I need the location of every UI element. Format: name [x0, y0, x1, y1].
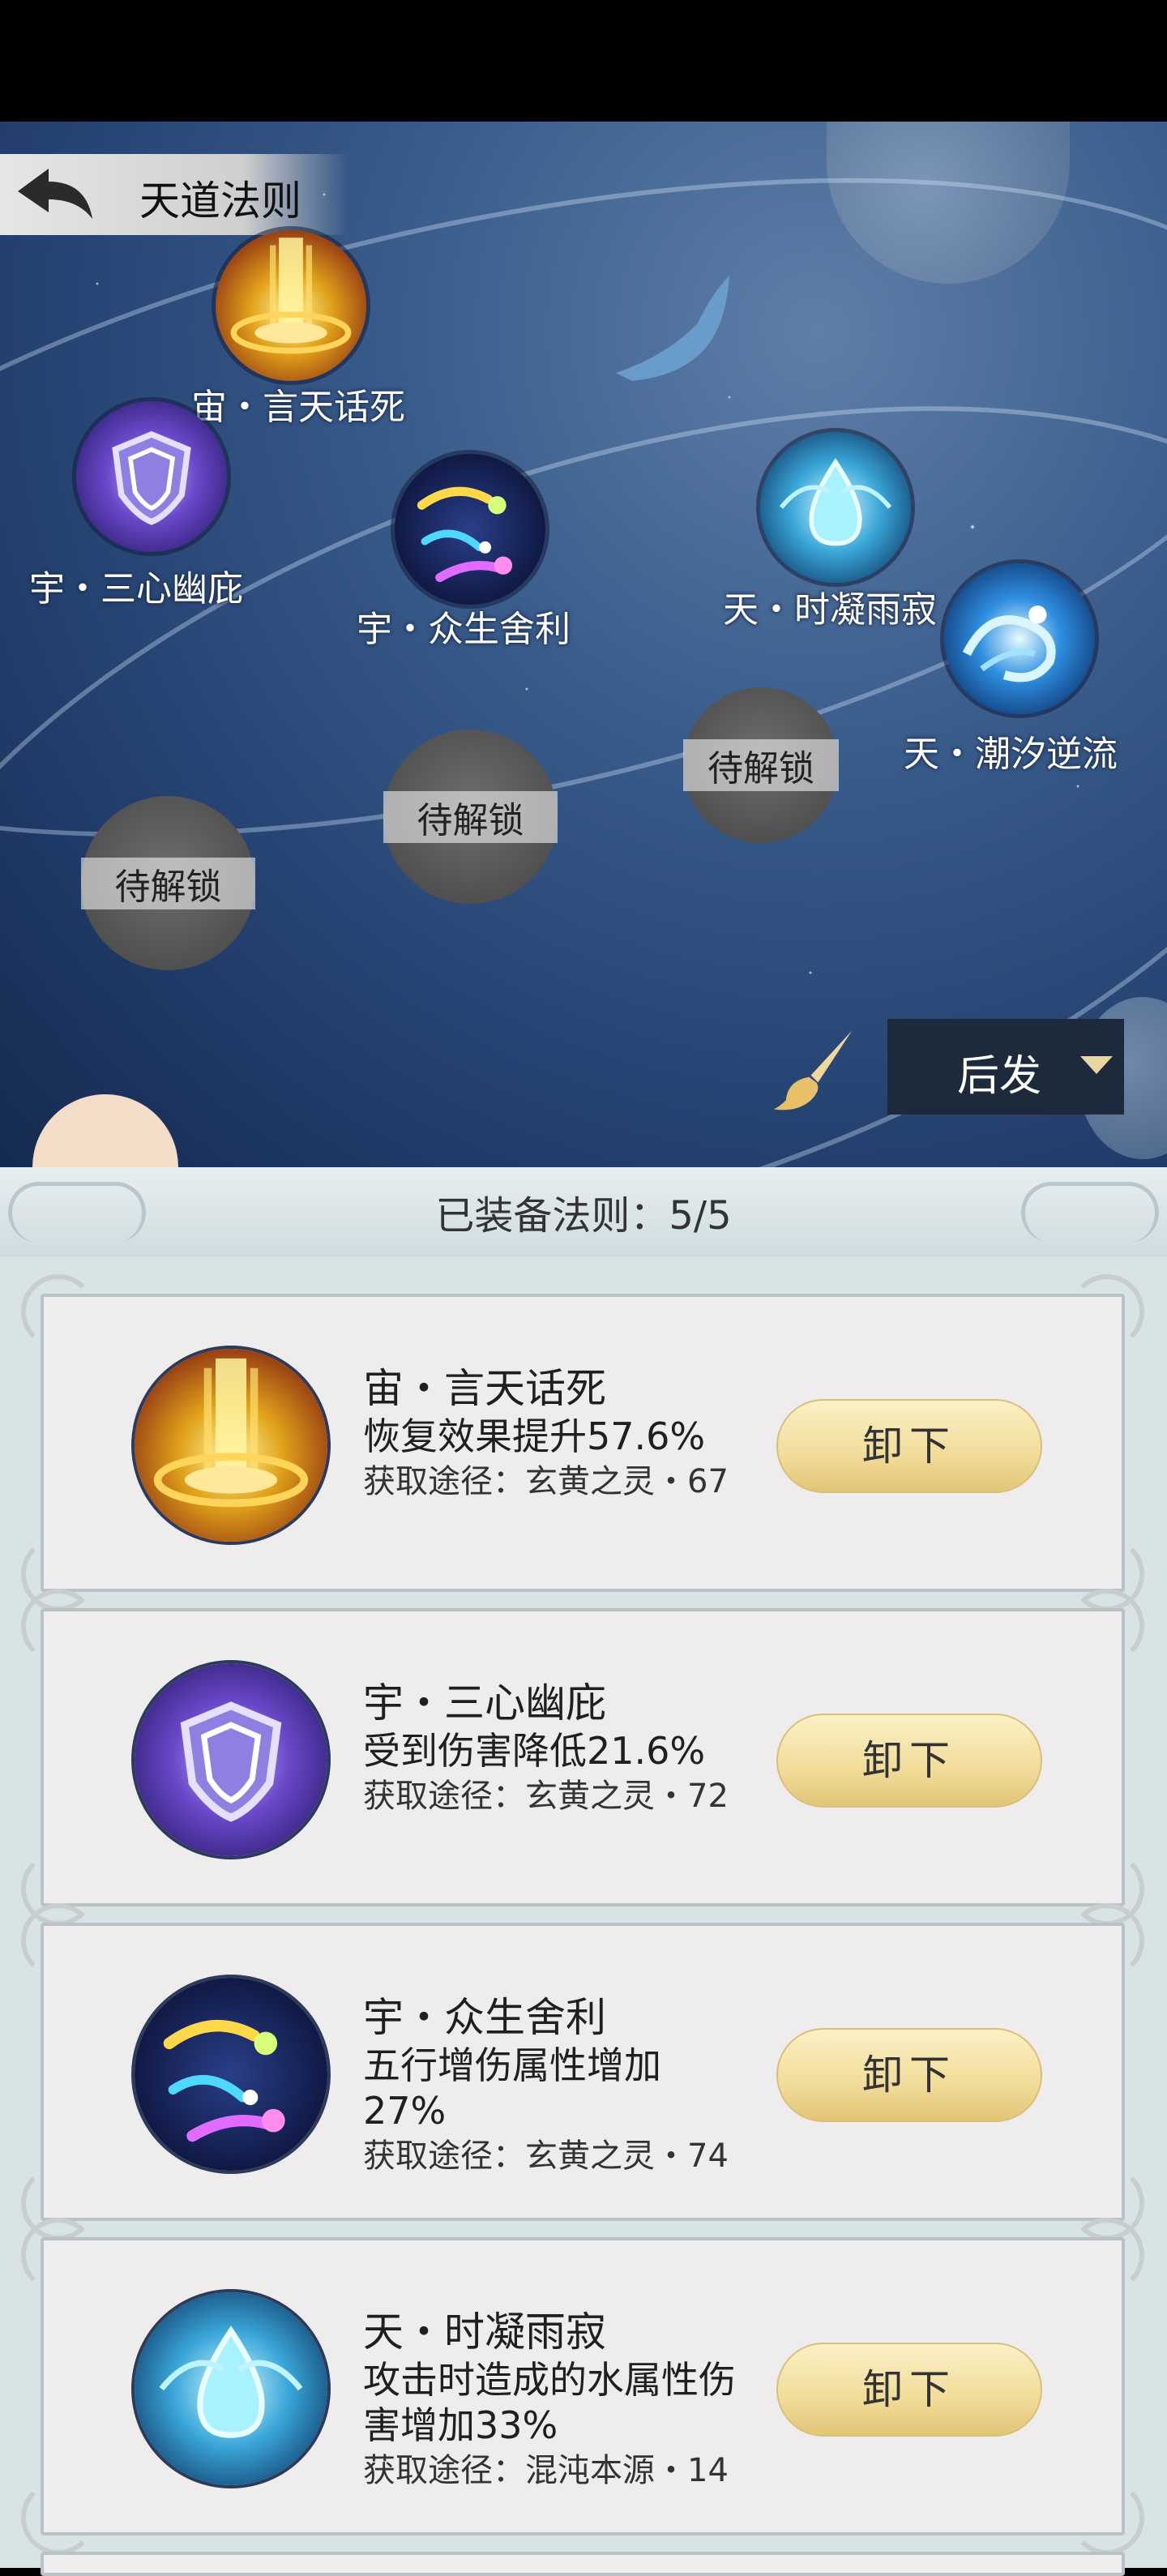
locked-label: 待解锁 — [81, 857, 255, 909]
law-info: 宇・众生舍利 五行增伤属性增加27% 获取途径：玄黄之灵・74 — [363, 1992, 744, 2179]
law-node-yu-zhongshengsheli[interactable] — [395, 454, 545, 605]
corner-ornament — [1070, 1274, 1144, 1349]
law-node-label: 天・时凝雨寂 — [723, 589, 937, 631]
law-effect: 攻击时造成的水属性伤害增加33% — [363, 2358, 736, 2447]
law-node-tian-shiningyuji[interactable] — [760, 432, 911, 583]
dropdown-value: 后发 — [957, 1052, 1042, 1101]
corner-ornament — [21, 1589, 96, 1663]
law-source: 获取途径：玄黄之灵・67 — [363, 1463, 729, 1500]
golden-light-pillar-icon — [135, 1349, 327, 1542]
law-card: 宙・言天话死 恢复效果提升57.6% 获取途径：玄黄之灵・67 卸下 — [21, 1274, 1144, 1611]
locked-slot[interactable]: 待解锁 — [383, 730, 558, 904]
law-card: 宇・众生舍利 五行增伤属性增加27% 获取途径：玄黄之灵・74 卸下 — [21, 1903, 1144, 2240]
law-effect: 五行增伤属性增加27% — [363, 2043, 661, 2133]
law-card: 宇・三心幽庇 受到伤害降低21.6% 获取途径：玄黄之灵・72 卸下 — [21, 1589, 1144, 1926]
strategy-dropdown[interactable]: 后发 — [887, 1019, 1124, 1115]
page-title: 天道法则 — [139, 178, 301, 225]
law-effect: 受到伤害降低21.6% — [363, 1729, 706, 1773]
law-node-yu-sanxinyoubi[interactable] — [76, 401, 227, 552]
locked-slot[interactable]: 待解锁 — [81, 796, 255, 970]
brush-icon[interactable] — [770, 1025, 859, 1115]
law-name: 宙・言天话死 — [363, 1365, 606, 1412]
tidal-wave-icon — [944, 563, 1095, 714]
corner-ornament — [1070, 2480, 1144, 2555]
law-effect: 恢复效果提升57.6% — [363, 1414, 706, 1458]
unequip-button[interactable]: 卸下 — [776, 1714, 1042, 1808]
law-node-label: 宇・众生舍利 — [357, 609, 571, 650]
law-source: 获取途径：玄黄之灵・74 — [363, 2137, 729, 2175]
law-info: 天・时凝雨寂 攻击时造成的水属性伤害增加33% 获取途径：混沌本源・14 — [363, 2307, 744, 2493]
law-source: 获取途径：玄黄之灵・72 — [363, 1778, 729, 1815]
panel-header: 已装备法则：5/5 — [0, 1167, 1167, 1256]
law-card — [41, 2552, 1125, 2576]
law-node-label: 宙・言天话死 — [191, 387, 405, 428]
law-name: 天・时凝雨寂 — [363, 2309, 606, 2356]
corner-ornament — [21, 1903, 96, 1978]
law-name: 宇・众生舍利 — [363, 1994, 606, 2041]
law-card: 天・时凝雨寂 攻击时造成的水属性伤害增加33% 获取途径：混沌本源・14 卸下 — [21, 2218, 1144, 2555]
law-name: 宇・三心幽庇 — [363, 1680, 606, 1727]
law-info: 宇・三心幽庇 受到伤害降低21.6% 获取途径：玄黄之灵・72 — [363, 1678, 744, 1864]
law-node-label: 宇・三心幽庇 — [29, 568, 243, 610]
golden-light-pillar-icon — [216, 230, 366, 381]
unequip-button[interactable]: 卸下 — [776, 2343, 1042, 2437]
equipped-count: 已装备法则：5/5 — [435, 1193, 732, 1239]
status-bar — [0, 0, 1167, 122]
law-node-tian-chaoxinliu[interactable] — [944, 563, 1095, 714]
locked-label: 待解锁 — [383, 790, 558, 843]
law-source: 获取途径：混沌本源・14 — [363, 2452, 729, 2489]
unequip-button[interactable]: 卸下 — [776, 2028, 1042, 2122]
law-node-zhou-yantianhuasi[interactable] — [216, 230, 366, 381]
corner-ornament — [1070, 2218, 1144, 2292]
unequip-button[interactable]: 卸下 — [776, 1399, 1042, 1493]
corner-ornament — [21, 2480, 96, 2555]
law-info: 宙・言天话死 恢复效果提升57.6% 获取途径：玄黄之灵・67 — [363, 1363, 744, 1550]
law-map-scene: 天道法则 宙・言天话死 宇・三心幽庇 宇・众生舍利 天・时凝雨寂 天・潮汐逆流 … — [0, 122, 1167, 1167]
corner-ornament — [21, 1274, 96, 1349]
chevron-down-icon — [1080, 1056, 1113, 1074]
back-arrow-icon[interactable] — [11, 162, 100, 227]
locked-slot[interactable]: 待解锁 — [683, 687, 839, 843]
purple-shield-icon — [76, 401, 227, 552]
equipped-laws-panel: 已装备法则：5/5 宙・言天话死 恢复效果提升57.6% 获取途径：玄黄之灵・6… — [0, 1167, 1167, 2576]
law-node-label: 天・潮汐逆流 — [904, 734, 1118, 775]
cosmic-comets-icon — [395, 454, 545, 605]
water-drop-icon — [135, 2292, 327, 2485]
purple-shield-icon — [135, 1663, 327, 1856]
locked-label: 待解锁 — [683, 739, 839, 791]
cosmic-comets-icon — [135, 1978, 327, 2171]
whale-decoration — [616, 276, 729, 381]
water-drop-icon — [760, 432, 911, 583]
corner-ornament — [1070, 1903, 1144, 1978]
corner-ornament — [1070, 1589, 1144, 1663]
corner-ornament — [21, 2218, 96, 2292]
